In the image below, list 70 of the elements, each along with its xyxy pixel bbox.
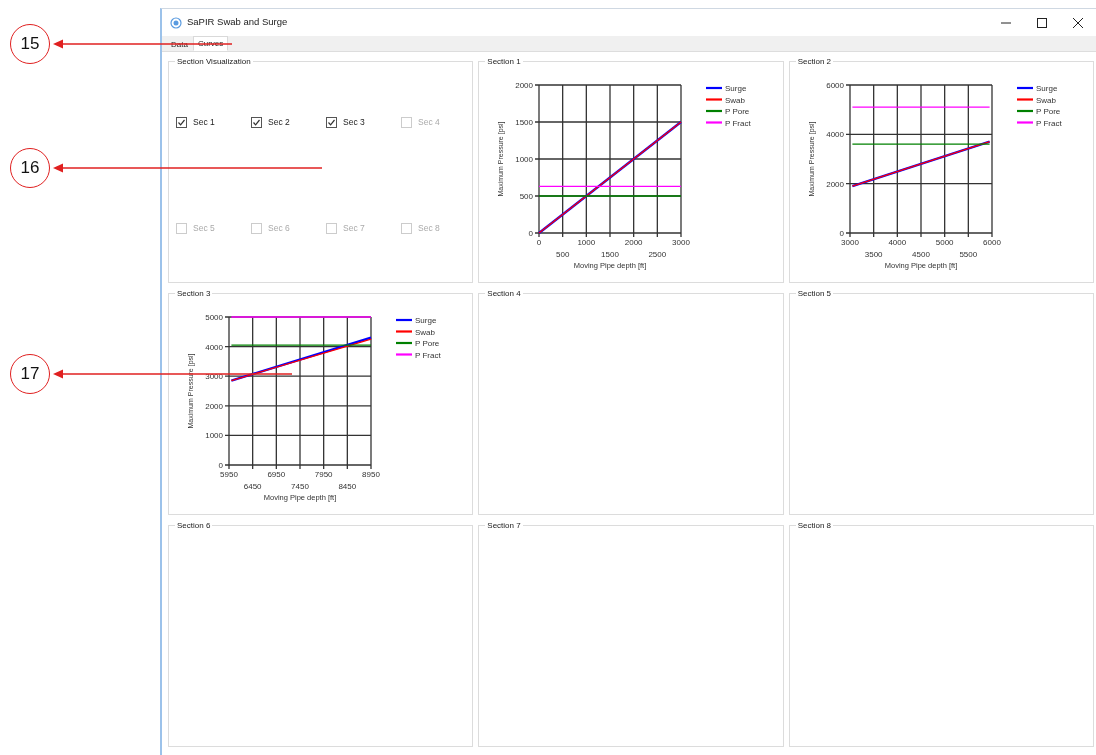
close-icon	[1073, 17, 1083, 28]
tick-label: 5950	[220, 470, 238, 479]
legend-label: Swab	[415, 327, 435, 337]
tick-label: 1000	[577, 238, 596, 247]
tick-label: 500	[519, 192, 534, 201]
tick-label: 0	[537, 238, 542, 247]
tick-label: 5500	[959, 250, 977, 259]
tick-label: 2000	[625, 238, 643, 247]
legend-label: P Fract	[725, 118, 751, 128]
legend-label: P Pore	[725, 107, 750, 116]
callout-number: 17	[10, 354, 50, 394]
callout-number: 15	[10, 24, 50, 64]
check-icon	[177, 117, 186, 127]
tick-label: 2000	[515, 81, 534, 90]
tick-label: 0	[528, 229, 534, 238]
tick-label: 4000	[888, 238, 906, 247]
callout-number: 16	[10, 148, 50, 188]
tick-label: 500	[556, 250, 570, 259]
tick-label: 5000	[935, 238, 954, 247]
panel-title: Section 4	[486, 290, 522, 298]
panel-title: Section 3	[176, 290, 212, 298]
tick-label: 3500	[864, 250, 883, 259]
legend-label: Surge	[1035, 84, 1057, 93]
tick-label: 0	[218, 461, 223, 470]
tick-label: 8950	[362, 470, 380, 479]
check-icon	[252, 117, 261, 127]
tick-label: 2000	[825, 179, 844, 189]
tick-label: 1500	[515, 118, 534, 127]
tick-label: 6450	[243, 482, 262, 491]
panel-title: Section 2	[796, 58, 832, 66]
panel-title: Section 1	[486, 58, 522, 66]
tick-label: 6000	[982, 238, 1001, 247]
panel-title: Section 7	[486, 522, 522, 530]
check-icon	[327, 117, 336, 127]
tick-label: 3000	[672, 238, 691, 247]
legend-label: P Pore	[415, 339, 440, 348]
tick-label: 4000	[205, 342, 223, 352]
tick-label: 1000	[205, 431, 223, 441]
tick-label: 6000	[825, 81, 844, 90]
legend-label: P Fract	[1035, 118, 1062, 128]
checkbox[interactable]: Sec 1	[176, 116, 251, 129]
legend-label: P Fract	[415, 350, 441, 360]
legend-label: P Pore	[1035, 107, 1060, 116]
tick-label: 5000	[205, 313, 223, 322]
tick-label: 0	[839, 229, 844, 238]
panel-title: Section 5	[796, 290, 832, 298]
panel-title: Section Visualization	[176, 58, 252, 66]
tick-label: 3000	[840, 238, 859, 247]
legend-label: Surge	[415, 316, 437, 325]
checkbox[interactable]: Sec 2	[251, 116, 326, 129]
checkbox[interactable]: Sec 3	[326, 116, 401, 129]
tick-label: 4000	[825, 130, 844, 140]
tick-label: 8450	[338, 482, 357, 491]
maximize-icon	[1037, 17, 1047, 28]
tick-label: 6950	[267, 470, 286, 479]
tick-label: 2500	[648, 250, 667, 259]
tick-label: 1000	[515, 155, 534, 164]
tick-label: 4500	[911, 250, 930, 259]
app-icon	[170, 16, 182, 29]
legend-label: Surge	[725, 84, 747, 93]
tick-label: 1500	[601, 250, 620, 259]
panel-title: Section 6	[176, 522, 212, 530]
tick-label: 7950	[314, 470, 333, 479]
window-title: SaPIR Swab and Surge	[187, 15, 288, 30]
tick-label: 3000	[205, 372, 223, 382]
tick-label: 7450	[291, 482, 309, 491]
legend-label: Swab	[1035, 95, 1056, 105]
panel-title: Section 8	[796, 522, 832, 530]
legend-label: Swab	[725, 95, 746, 105]
tick-label: 2000	[205, 401, 223, 411]
